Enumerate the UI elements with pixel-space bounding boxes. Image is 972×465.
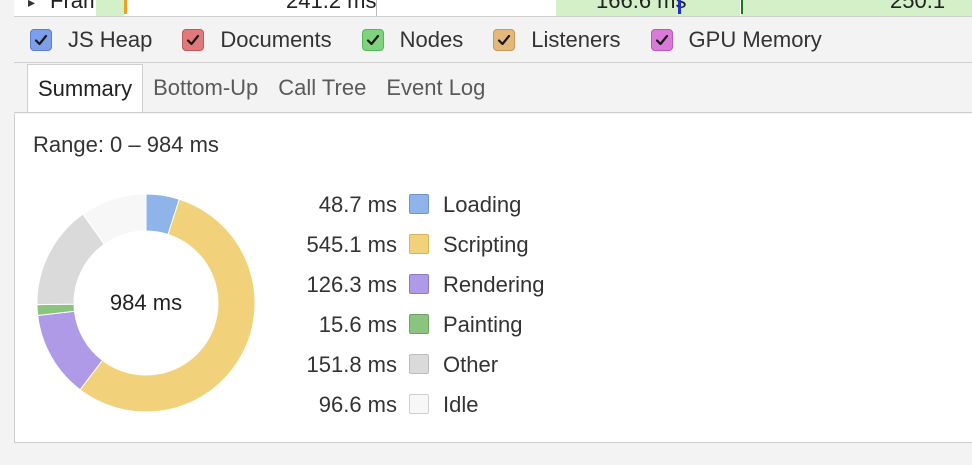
frame-marker bbox=[678, 0, 681, 14]
memory-counter-gpu-memory[interactable]: GPU Memory bbox=[650, 27, 822, 53]
category-name: Painting bbox=[443, 312, 523, 337]
frame-divider bbox=[740, 0, 741, 16]
range-label: Range: 0 – 984 ms bbox=[33, 132, 219, 157]
category-swatch bbox=[409, 194, 429, 214]
category-name: Rendering bbox=[443, 272, 545, 297]
expand-arrow-icon[interactable]: ▸ bbox=[28, 0, 35, 11]
tab-event-log[interactable]: Event Log bbox=[376, 64, 495, 112]
checkmark-icon bbox=[34, 34, 48, 46]
tab-bottom-up[interactable]: Bottom-Up bbox=[143, 64, 268, 112]
tab-call-tree[interactable]: Call Tree bbox=[268, 64, 376, 112]
tab-summary[interactable]: Summary bbox=[27, 64, 144, 112]
category-swatch bbox=[409, 394, 429, 414]
checkbox[interactable] bbox=[493, 29, 516, 51]
memory-counter-js-heap[interactable]: JS Heap bbox=[30, 27, 152, 53]
frames-track: ▸ Frames 241.2 ms 166.6 ms 250.1 ms bbox=[14, 0, 972, 17]
legend-row-painting: 15.6 ms Painting bbox=[235, 306, 575, 346]
frame-duration: 250.1 ms bbox=[890, 0, 946, 16]
checkbox[interactable] bbox=[30, 29, 52, 51]
memory-counter-label: Listeners bbox=[531, 27, 621, 52]
category-swatch bbox=[409, 314, 429, 334]
checkmark-icon bbox=[187, 34, 200, 46]
memory-counter-label: JS Heap bbox=[68, 27, 153, 52]
details-tabs: Summary Bottom-Up Call Tree Event Log bbox=[14, 62, 972, 113]
memory-counter-label: GPU Memory bbox=[688, 27, 822, 52]
category-name: Other bbox=[443, 352, 499, 377]
checkbox[interactable] bbox=[182, 29, 205, 51]
checkbox[interactable] bbox=[361, 29, 384, 51]
status-strip bbox=[14, 442, 972, 465]
category-name: Scripting bbox=[443, 232, 529, 257]
category-swatch bbox=[409, 234, 429, 254]
category-swatch bbox=[409, 354, 429, 374]
category-swatch bbox=[409, 274, 429, 294]
checkmark-icon bbox=[366, 34, 379, 46]
memory-counters: JS Heap Documents Nodes Listeners GPU Memory bbox=[14, 18, 972, 62]
memory-counter-label: Documents bbox=[220, 27, 332, 52]
memory-counter-label: Nodes bbox=[399, 27, 464, 52]
frame-duration: 166.6 ms bbox=[596, 0, 687, 13]
category-duration: 151.8 ms bbox=[306, 352, 398, 377]
category-duration: 545.1 ms bbox=[306, 232, 398, 257]
memory-counter-documents[interactable]: Documents bbox=[182, 27, 332, 53]
category-name: Idle bbox=[443, 392, 479, 417]
legend-row-idle: 96.6 ms Idle bbox=[235, 386, 575, 426]
legend-row-loading: 48.7 ms Loading bbox=[235, 186, 575, 226]
category-duration: 48.7 ms bbox=[318, 192, 397, 217]
category-duration: 96.6 ms bbox=[318, 392, 397, 417]
memory-counter-listeners[interactable]: Listeners bbox=[493, 27, 621, 53]
summary-pane: Range: 0 – 984 ms 984 ms 48.7 ms Loading 5… bbox=[14, 114, 972, 442]
frame-bar bbox=[96, 0, 124, 16]
frame-marker bbox=[124, 0, 127, 14]
checkmark-icon bbox=[498, 34, 511, 46]
category-legend: 48.7 ms Loading 545.1 ms Scripting 126.3 ms R… bbox=[235, 186, 575, 426]
frame-duration: 241.2 ms bbox=[286, 0, 377, 13]
memory-counter-nodes[interactable]: Nodes bbox=[361, 27, 464, 53]
checkmark-icon bbox=[655, 34, 668, 46]
category-duration: 126.3 ms bbox=[306, 272, 398, 297]
checkbox[interactable] bbox=[650, 29, 673, 51]
activity-donut-chart bbox=[36, 193, 256, 413]
category-name: Loading bbox=[443, 192, 522, 217]
legend-row-other: 151.8 ms Other bbox=[235, 346, 575, 386]
category-duration: 15.6 ms bbox=[318, 312, 397, 337]
legend-row-rendering: 126.3 ms Rendering bbox=[235, 266, 575, 306]
legend-row-scripting: 545.1 ms Scripting bbox=[235, 226, 575, 266]
